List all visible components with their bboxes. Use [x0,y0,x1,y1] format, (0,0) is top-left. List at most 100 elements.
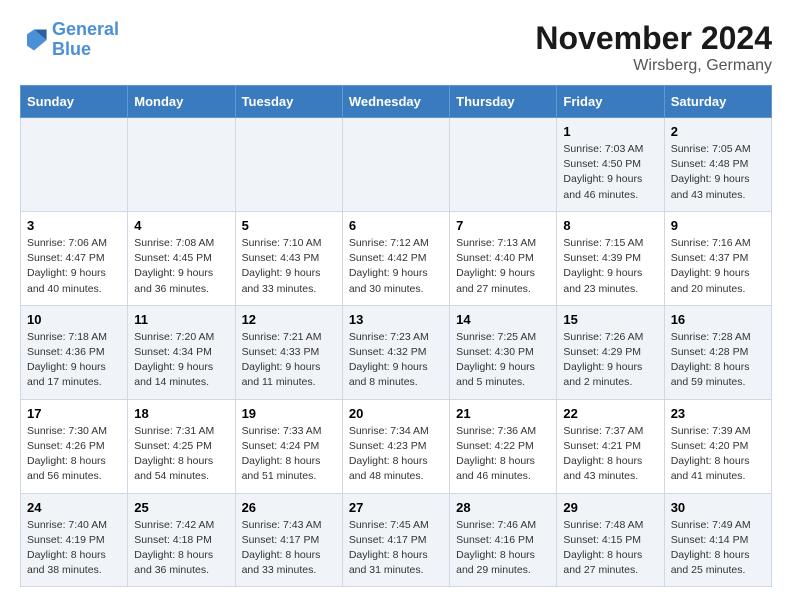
day-number: 28 [456,500,550,515]
calendar-cell [128,118,235,212]
weekday-header-wednesday: Wednesday [342,86,449,118]
day-number: 12 [242,312,336,327]
day-number: 19 [242,406,336,421]
day-number: 11 [134,312,228,327]
day-number: 10 [27,312,121,327]
calendar-cell: 8 Sunrise: 7:15 AMSunset: 4:39 PMDaylight… [557,211,664,305]
calendar-cell: 27Sunrise: 7:45 AMSunset: 4:17 PMDayligh… [342,493,449,587]
calendar-cell: 16 Sunrise: 7:28 AMSunset: 4:28 PMDayligh… [664,305,771,399]
calendar-cell: 24 Sunrise: 7:40 AMSunset: 4:19 PMDayligh… [21,493,128,587]
calendar-cell: 20 Sunrise: 7:34 AMSunset: 4:23 PMDayligh… [342,399,449,493]
day-info: Sunrise: 7:30 AMSunset: 4:26 PMDaylight:… [27,424,121,485]
day-info: Sunrise: 7:37 AMSunset: 4:21 PMDaylight:… [563,424,657,485]
day-info: Sunrise: 7:03 AMSunset: 4:50 PMDaylight:… [563,142,657,203]
day-info: Sunrise: 7:49 AMSunset: 4:14 PMDaylight:… [671,518,765,579]
day-info: Sunrise: 7:28 AMSunset: 4:28 PMDaylight:… [671,330,765,391]
weekday-header-sunday: Sunday [21,86,128,118]
calendar-cell: 18Sunrise: 7:31 AMSunset: 4:25 PMDayligh… [128,399,235,493]
day-info: Sunrise: 7:21 AMSunset: 4:33 PMDaylight:… [242,330,336,391]
calendar-cell [450,118,557,212]
day-number: 13 [349,312,443,327]
calendar-cell [342,118,449,212]
weekday-header-tuesday: Tuesday [235,86,342,118]
month-title: November 2024 [535,20,772,57]
day-info: Sunrise: 7:43 AMSunset: 4:17 PMDaylight:… [242,518,336,579]
day-info: Sunrise: 7:33 AMSunset: 4:24 PMDaylight:… [242,424,336,485]
calendar-cell: 22 Sunrise: 7:37 AMSunset: 4:21 PMDayligh… [557,399,664,493]
calendar-cell: 11 Sunrise: 7:20 AMSunset: 4:34 PMDayligh… [128,305,235,399]
day-number: 26 [242,500,336,515]
calendar-cell [21,118,128,212]
day-number: 4 [134,218,228,233]
day-number: 20 [349,406,443,421]
week-row-4: 17 Sunrise: 7:30 AMSunset: 4:26 PMDayligh… [21,399,772,493]
calendar-cell: 3 Sunrise: 7:06 AMSunset: 4:47 PMDaylight… [21,211,128,305]
calendar-cell: 5Sunrise: 7:10 AMSunset: 4:43 PMDaylight… [235,211,342,305]
calendar-cell: 1 Sunrise: 7:03 AMSunset: 4:50 PMDaylight… [557,118,664,212]
day-number: 8 [563,218,657,233]
day-number: 23 [671,406,765,421]
day-info: Sunrise: 7:25 AMSunset: 4:30 PMDaylight:… [456,330,550,391]
day-number: 21 [456,406,550,421]
day-info: Sunrise: 7:42 AMSunset: 4:18 PMDaylight:… [134,518,228,579]
day-number: 30 [671,500,765,515]
day-number: 1 [563,124,657,139]
calendar-cell: 19 Sunrise: 7:33 AMSunset: 4:24 PMDayligh… [235,399,342,493]
day-number: 7 [456,218,550,233]
week-row-1: 1 Sunrise: 7:03 AMSunset: 4:50 PMDaylight… [21,118,772,212]
calendar-cell: 14 Sunrise: 7:25 AMSunset: 4:30 PMDayligh… [450,305,557,399]
location: Wirsberg, Germany [535,57,772,75]
day-number: 3 [27,218,121,233]
week-row-5: 24 Sunrise: 7:40 AMSunset: 4:19 PMDayligh… [21,493,772,587]
calendar-cell: 26 Sunrise: 7:43 AMSunset: 4:17 PMDayligh… [235,493,342,587]
weekday-header-monday: Monday [128,86,235,118]
calendar-cell: 4 Sunrise: 7:08 AMSunset: 4:45 PMDaylight… [128,211,235,305]
day-info: Sunrise: 7:10 AMSunset: 4:43 PMDaylight:… [242,236,336,297]
day-info: Sunrise: 7:23 AMSunset: 4:32 PMDaylight:… [349,330,443,391]
day-info: Sunrise: 7:08 AMSunset: 4:45 PMDaylight:… [134,236,228,297]
calendar-cell: 13 Sunrise: 7:23 AMSunset: 4:32 PMDayligh… [342,305,449,399]
day-number: 22 [563,406,657,421]
day-info: Sunrise: 7:12 AMSunset: 4:42 PMDaylight:… [349,236,443,297]
day-info: Sunrise: 7:18 AMSunset: 4:36 PMDaylight:… [27,330,121,391]
day-number: 25 [134,500,228,515]
calendar-cell: 10 Sunrise: 7:18 AMSunset: 4:36 PMDayligh… [21,305,128,399]
day-info: Sunrise: 7:46 AMSunset: 4:16 PMDaylight:… [456,518,550,579]
weekday-header-friday: Friday [557,86,664,118]
day-info: Sunrise: 7:05 AMSunset: 4:48 PMDaylight:… [671,142,765,203]
day-info: Sunrise: 7:45 AMSunset: 4:17 PMDaylight:… [349,518,443,579]
weekday-header-row: SundayMondayTuesdayWednesdayThursdayFrid… [21,86,772,118]
day-info: Sunrise: 7:15 AMSunset: 4:39 PMDaylight:… [563,236,657,297]
day-info: Sunrise: 7:36 AMSunset: 4:22 PMDaylight:… [456,424,550,485]
day-number: 18 [134,406,228,421]
day-number: 2 [671,124,765,139]
day-info: Sunrise: 7:13 AMSunset: 4:40 PMDaylight:… [456,236,550,297]
day-info: Sunrise: 7:06 AMSunset: 4:47 PMDaylight:… [27,236,121,297]
calendar-cell: 23 Sunrise: 7:39 AMSunset: 4:20 PMDayligh… [664,399,771,493]
day-number: 6 [349,218,443,233]
day-number: 29 [563,500,657,515]
day-info: Sunrise: 7:40 AMSunset: 4:19 PMDaylight:… [27,518,121,579]
day-info: Sunrise: 7:34 AMSunset: 4:23 PMDaylight:… [349,424,443,485]
day-number: 14 [456,312,550,327]
day-info: Sunrise: 7:16 AMSunset: 4:37 PMDaylight:… [671,236,765,297]
page-header: General Blue November 2024 Wirsberg, Ger… [20,20,772,75]
day-number: 17 [27,406,121,421]
calendar-cell: 7 Sunrise: 7:13 AMSunset: 4:40 PMDaylight… [450,211,557,305]
week-row-3: 10 Sunrise: 7:18 AMSunset: 4:36 PMDayligh… [21,305,772,399]
day-number: 16 [671,312,765,327]
logo-icon [20,26,48,54]
day-info: Sunrise: 7:26 AMSunset: 4:29 PMDaylight:… [563,330,657,391]
day-number: 24 [27,500,121,515]
calendar-cell: 17 Sunrise: 7:30 AMSunset: 4:26 PMDayligh… [21,399,128,493]
calendar-cell: 28 Sunrise: 7:46 AMSunset: 4:16 PMDayligh… [450,493,557,587]
day-info: Sunrise: 7:39 AMSunset: 4:20 PMDaylight:… [671,424,765,485]
logo: General Blue [20,20,119,60]
week-row-2: 3 Sunrise: 7:06 AMSunset: 4:47 PMDaylight… [21,211,772,305]
calendar-cell: 29Sunrise: 7:48 AMSunset: 4:15 PMDayligh… [557,493,664,587]
calendar-cell: 30 Sunrise: 7:49 AMSunset: 4:14 PMDayligh… [664,493,771,587]
day-info: Sunrise: 7:20 AMSunset: 4:34 PMDaylight:… [134,330,228,391]
calendar-table: SundayMondayTuesdayWednesdayThursdayFrid… [20,85,772,587]
title-block: November 2024 Wirsberg, Germany [535,20,772,75]
calendar-cell: 21 Sunrise: 7:36 AMSunset: 4:22 PMDayligh… [450,399,557,493]
